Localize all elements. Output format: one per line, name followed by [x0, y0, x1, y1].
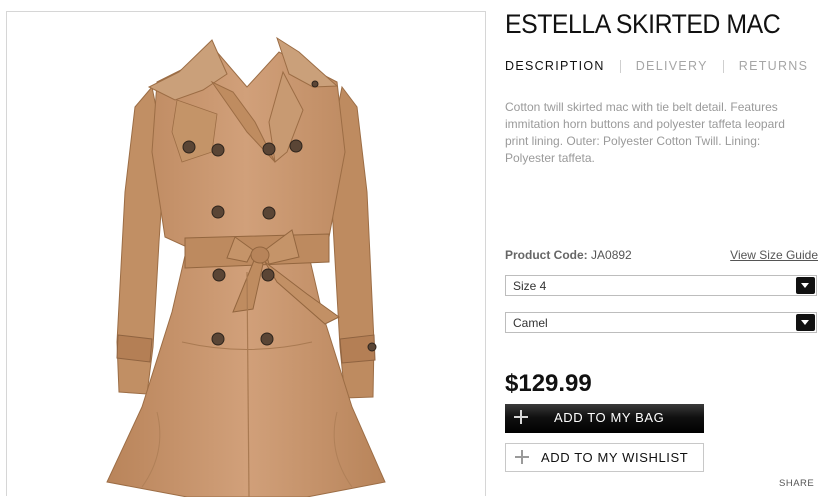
- product-info-tabs: DESCRIPTION DELIVERY RETURNS: [505, 59, 808, 73]
- plus-icon: [515, 450, 529, 464]
- product-code-label: Product Code:: [505, 248, 588, 262]
- tab-delivery[interactable]: DELIVERY: [636, 59, 708, 73]
- share-link[interactable]: SHARE: [779, 478, 814, 489]
- product-title: ESTELLA SKIRTED MAC: [505, 9, 781, 39]
- tab-description[interactable]: DESCRIPTION: [505, 59, 605, 73]
- product-code-value: JA0892: [591, 248, 632, 262]
- product-price: $129.99: [505, 370, 592, 397]
- size-guide-link[interactable]: View Size Guide: [730, 248, 818, 262]
- product-description: Cotton twill skirted mac with tie belt d…: [505, 100, 785, 165]
- chevron-down-icon[interactable]: [796, 277, 815, 294]
- add-to-bag-label: ADD TO MY BAG: [554, 410, 665, 425]
- product-image[interactable]: [6, 11, 486, 497]
- add-to-wishlist-label: ADD TO MY WISHLIST: [541, 450, 689, 465]
- color-select[interactable]: Camel: [505, 312, 817, 333]
- add-to-wishlist-button[interactable]: ADD TO MY WISHLIST: [505, 443, 704, 472]
- size-select[interactable]: Size 4: [505, 275, 817, 296]
- add-to-bag-button[interactable]: ADD TO MY BAG: [505, 404, 704, 433]
- product-code: Product Code: JA0892: [505, 248, 632, 262]
- tab-divider: [722, 59, 724, 73]
- tab-divider: [619, 59, 621, 73]
- chevron-down-icon[interactable]: [796, 314, 815, 331]
- plus-icon: [514, 410, 528, 424]
- color-select-value: Camel: [513, 316, 548, 330]
- trench-coat-image: [106, 36, 386, 497]
- size-select-value: Size 4: [513, 279, 547, 293]
- tab-returns[interactable]: RETURNS: [739, 59, 809, 73]
